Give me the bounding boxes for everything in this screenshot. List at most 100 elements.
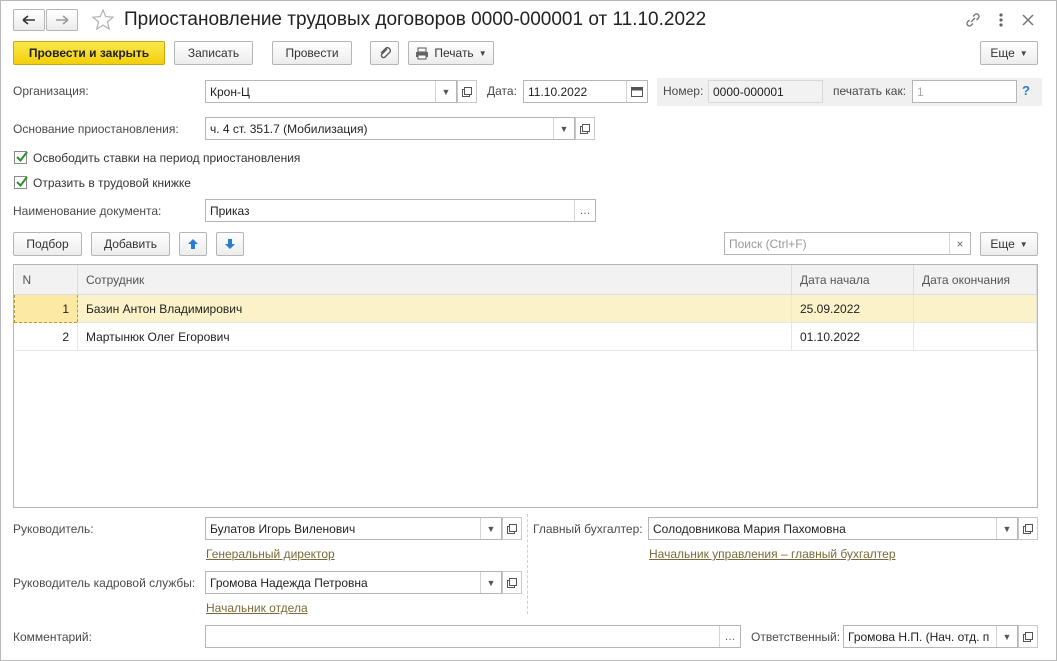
table-more-button[interactable]: Еще ▼	[980, 232, 1038, 256]
basis-field[interactable]: ч. 4 ст. 351.7 (Мобилизация) ▼	[205, 117, 575, 140]
comment-label: Комментарий:	[13, 630, 92, 644]
add-button[interactable]: Добавить	[91, 232, 170, 256]
print-as-label: печатать как:	[833, 84, 907, 98]
clear-icon[interactable]: ×	[949, 233, 970, 254]
column-header-end[interactable]: Дата окончания	[913, 265, 1037, 295]
chevron-down-icon: ▼	[478, 48, 487, 58]
chevron-down-icon[interactable]: ▼	[996, 626, 1017, 647]
open-head-button[interactable]	[502, 517, 522, 540]
row-employee: Мартынюк Олег Егорович	[77, 322, 792, 351]
row-number: 2	[14, 322, 78, 351]
row-number: 1	[14, 294, 78, 323]
chevron-down-icon[interactable]: ▼	[553, 118, 574, 139]
open-chief-accountant-button[interactable]	[1018, 517, 1038, 540]
table-header: N Сотрудник Дата начала Дата окончания	[14, 265, 1037, 295]
help-icon[interactable]: ?	[1022, 83, 1030, 98]
save-button[interactable]: Записать	[174, 41, 253, 65]
column-header-n[interactable]: N	[14, 265, 78, 295]
post-and-close-button[interactable]: Провести и закрыть	[13, 41, 165, 65]
head-value: Булатов Игорь Виленович	[210, 521, 356, 536]
chief-accountant-value: Солодовникова Мария Пахомовна	[653, 521, 846, 536]
print-as-field[interactable]: 1	[912, 80, 1017, 103]
chevron-down-icon[interactable]: ▼	[480, 572, 501, 593]
table-more-label: Еще	[990, 237, 1015, 251]
number-field[interactable]: 0000-000001	[708, 80, 823, 103]
comment-field[interactable]: …	[205, 625, 741, 648]
open-organization-button[interactable]	[457, 80, 477, 103]
open-basis-button[interactable]	[575, 117, 595, 140]
arrow-left-icon	[22, 15, 35, 25]
pick-button[interactable]: Подбор	[13, 232, 82, 256]
calendar-icon[interactable]	[626, 81, 647, 102]
search-input[interactable]: Поиск (Ctrl+F) ×	[724, 232, 971, 255]
hr-head-field[interactable]: Громова Надежда Петровна ▼	[205, 571, 502, 594]
chevron-down-icon[interactable]: ▼	[480, 518, 501, 539]
chief-accountant-position-link[interactable]: Начальник управления – главный бухгалтер	[649, 547, 896, 561]
chief-accountant-label: Главный бухгалтер:	[533, 522, 643, 536]
open-icon	[507, 523, 517, 534]
hr-head-position-link[interactable]: Начальник отдела	[206, 601, 308, 615]
arrow-right-icon	[56, 15, 69, 25]
open-icon	[1023, 523, 1033, 534]
head-position-link[interactable]: Генеральный директор	[206, 547, 335, 561]
number-value: 0000-000001	[713, 84, 784, 99]
date-field[interactable]: 11.10.2022	[523, 80, 648, 103]
more-label: Еще	[990, 46, 1015, 60]
post-button[interactable]: Провести	[272, 41, 352, 65]
chevron-down-icon[interactable]: ▼	[435, 81, 456, 102]
open-hr-head-button[interactable]	[502, 571, 522, 594]
link-icon[interactable]	[964, 11, 982, 29]
head-field[interactable]: Булатов Игорь Виленович ▼	[205, 517, 502, 540]
page-title: Приостановление трудовых договоров 0000-…	[124, 9, 707, 30]
row-start-date: 01.10.2022	[791, 322, 914, 351]
chevron-down-icon: ▼	[1019, 48, 1028, 58]
table-row[interactable]: 2 Мартынюк Олег Егорович 01.10.2022	[14, 322, 1037, 351]
more-vertical-icon[interactable]	[993, 11, 1009, 29]
responsible-field[interactable]: Громова Н.П. (Нач. отд. п ▼	[843, 625, 1018, 648]
table-row[interactable]: 1 Базин Антон Владимирович 25.09.2022	[14, 294, 1037, 323]
organization-label: Организация:	[13, 84, 89, 98]
attach-button[interactable]	[370, 41, 399, 65]
column-header-start[interactable]: Дата начала	[791, 265, 914, 295]
paperclip-icon	[380, 47, 391, 59]
forward-button[interactable]	[46, 9, 78, 31]
workbook-label[interactable]: Отразить в трудовой книжке	[33, 176, 191, 190]
more-button[interactable]: Еще ▼	[980, 41, 1038, 65]
employees-table[interactable]: N Сотрудник Дата начала Дата окончания 1…	[13, 264, 1038, 508]
organization-field[interactable]: Крон-Ц ▼	[205, 80, 457, 103]
doc-name-field[interactable]: Приказ …	[205, 199, 596, 222]
checkmark-icon	[16, 151, 28, 163]
ellipsis-icon[interactable]: …	[574, 200, 595, 221]
basis-label: Основание приостановления:	[13, 122, 179, 136]
open-icon	[462, 86, 472, 97]
row-employee: Базин Антон Владимирович	[77, 294, 792, 323]
open-responsible-button[interactable]	[1018, 625, 1038, 648]
head-label: Руководитель:	[13, 522, 94, 536]
printer-icon	[416, 47, 429, 59]
favorite-star-icon[interactable]	[91, 8, 115, 32]
print-button[interactable]: Печать ▼	[408, 41, 494, 65]
free-rates-checkbox[interactable]	[14, 151, 28, 164]
back-button[interactable]	[13, 9, 45, 31]
responsible-value: Громова Н.П. (Нач. отд. п	[848, 629, 990, 644]
close-icon[interactable]	[1019, 11, 1037, 29]
free-rates-label[interactable]: Освободить ставки на период приостановле…	[33, 151, 300, 165]
print-as-placeholder: 1	[917, 84, 924, 99]
workbook-checkbox[interactable]	[14, 176, 28, 189]
chevron-down-icon: ▼	[1019, 239, 1028, 249]
open-icon	[507, 577, 517, 588]
doc-name-label: Наименование документа:	[13, 204, 162, 218]
column-header-employee[interactable]: Сотрудник	[77, 265, 792, 295]
ellipsis-icon[interactable]: …	[719, 626, 740, 647]
arrow-down-icon	[225, 239, 235, 249]
organization-value: Крон-Ц	[210, 84, 250, 99]
chevron-down-icon[interactable]: ▼	[996, 518, 1017, 539]
hr-head-label: Руководитель кадровой службы:	[13, 576, 196, 590]
date-value: 11.10.2022	[528, 84, 588, 99]
open-icon	[580, 123, 590, 134]
chief-accountant-field[interactable]: Солодовникова Мария Пахомовна ▼	[648, 517, 1018, 540]
checkmark-icon	[16, 176, 28, 188]
move-down-button[interactable]	[216, 232, 244, 256]
row-start-date: 25.09.2022	[791, 294, 914, 323]
move-up-button[interactable]	[179, 232, 207, 256]
